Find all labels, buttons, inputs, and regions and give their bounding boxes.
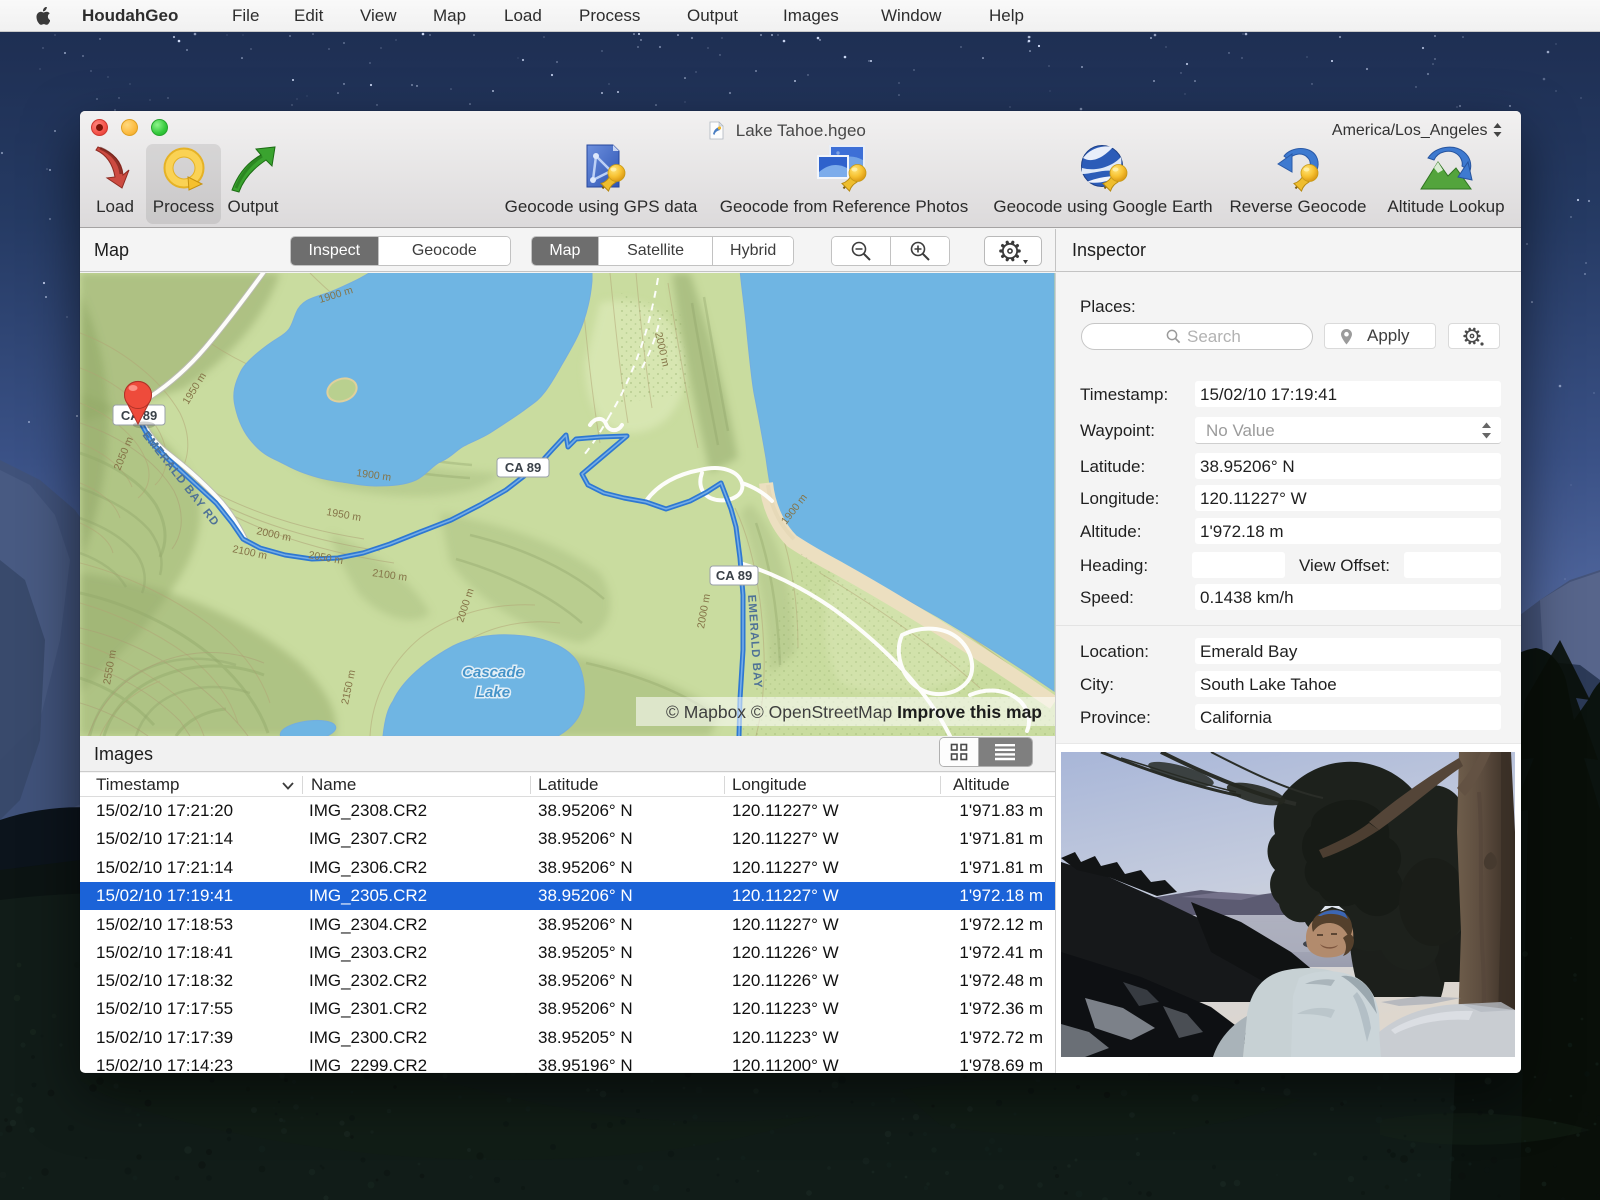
svg-text:© Mapbox © OpenStreetMap Impro: © Mapbox © OpenStreetMap Improve this ma…	[666, 702, 1042, 722]
svg-text:Cascade: Cascade	[462, 664, 524, 681]
svg-text:CA 89: CA 89	[716, 568, 752, 583]
svg-text:Lake: Lake	[476, 684, 510, 701]
svg-text:CA 89: CA 89	[505, 460, 541, 475]
